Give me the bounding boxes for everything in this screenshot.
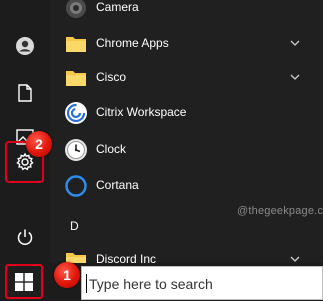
citrix-icon <box>65 102 87 124</box>
folder-icon <box>66 37 86 52</box>
app-item-label: Cortana <box>96 178 139 192</box>
section-letter[interactable]: D <box>70 219 79 233</box>
app-item-cortana[interactable]: Cortana <box>50 170 323 202</box>
taskbar-search-box[interactable] <box>81 266 323 300</box>
power-button[interactable] <box>4 217 46 257</box>
app-item-label: Cisco <box>96 70 127 84</box>
camera-icon <box>66 0 86 18</box>
text-caret <box>86 274 87 293</box>
windows-logo-icon <box>15 272 33 291</box>
app-item-camera[interactable]: Camera <box>50 0 323 24</box>
app-item-cisco[interactable]: Cisco <box>50 62 323 94</box>
document-icon <box>18 84 32 102</box>
step-badge-2: 2 <box>26 131 52 157</box>
step-badge-1: 1 <box>54 262 80 288</box>
chevron-down-icon[interactable] <box>289 71 301 83</box>
documents-button[interactable] <box>4 73 46 113</box>
app-list: Camera Chrome Apps Cisco Citrix Workspac… <box>50 0 323 268</box>
app-item-label: Camera <box>96 0 139 14</box>
app-item-label: Citrix Workspace <box>96 105 187 119</box>
user-icon <box>16 37 34 55</box>
clock-icon <box>65 139 87 161</box>
chevron-down-icon[interactable] <box>289 37 301 49</box>
start-button[interactable] <box>5 264 43 299</box>
app-item-label: Clock <box>96 142 127 156</box>
app-item-clock[interactable]: Clock <box>50 134 323 166</box>
user-account-button[interactable] <box>4 26 46 66</box>
power-icon <box>17 229 33 246</box>
folder-icon <box>66 71 86 86</box>
search-input[interactable] <box>89 274 314 294</box>
app-item-citrix-workspace[interactable]: Citrix Workspace <box>50 97 323 129</box>
app-item-chrome-apps[interactable]: Chrome Apps <box>50 28 323 60</box>
app-item-label: Chrome Apps <box>96 36 169 50</box>
watermark: @thegeekpage.com <box>237 205 323 217</box>
cortana-icon <box>65 175 87 197</box>
